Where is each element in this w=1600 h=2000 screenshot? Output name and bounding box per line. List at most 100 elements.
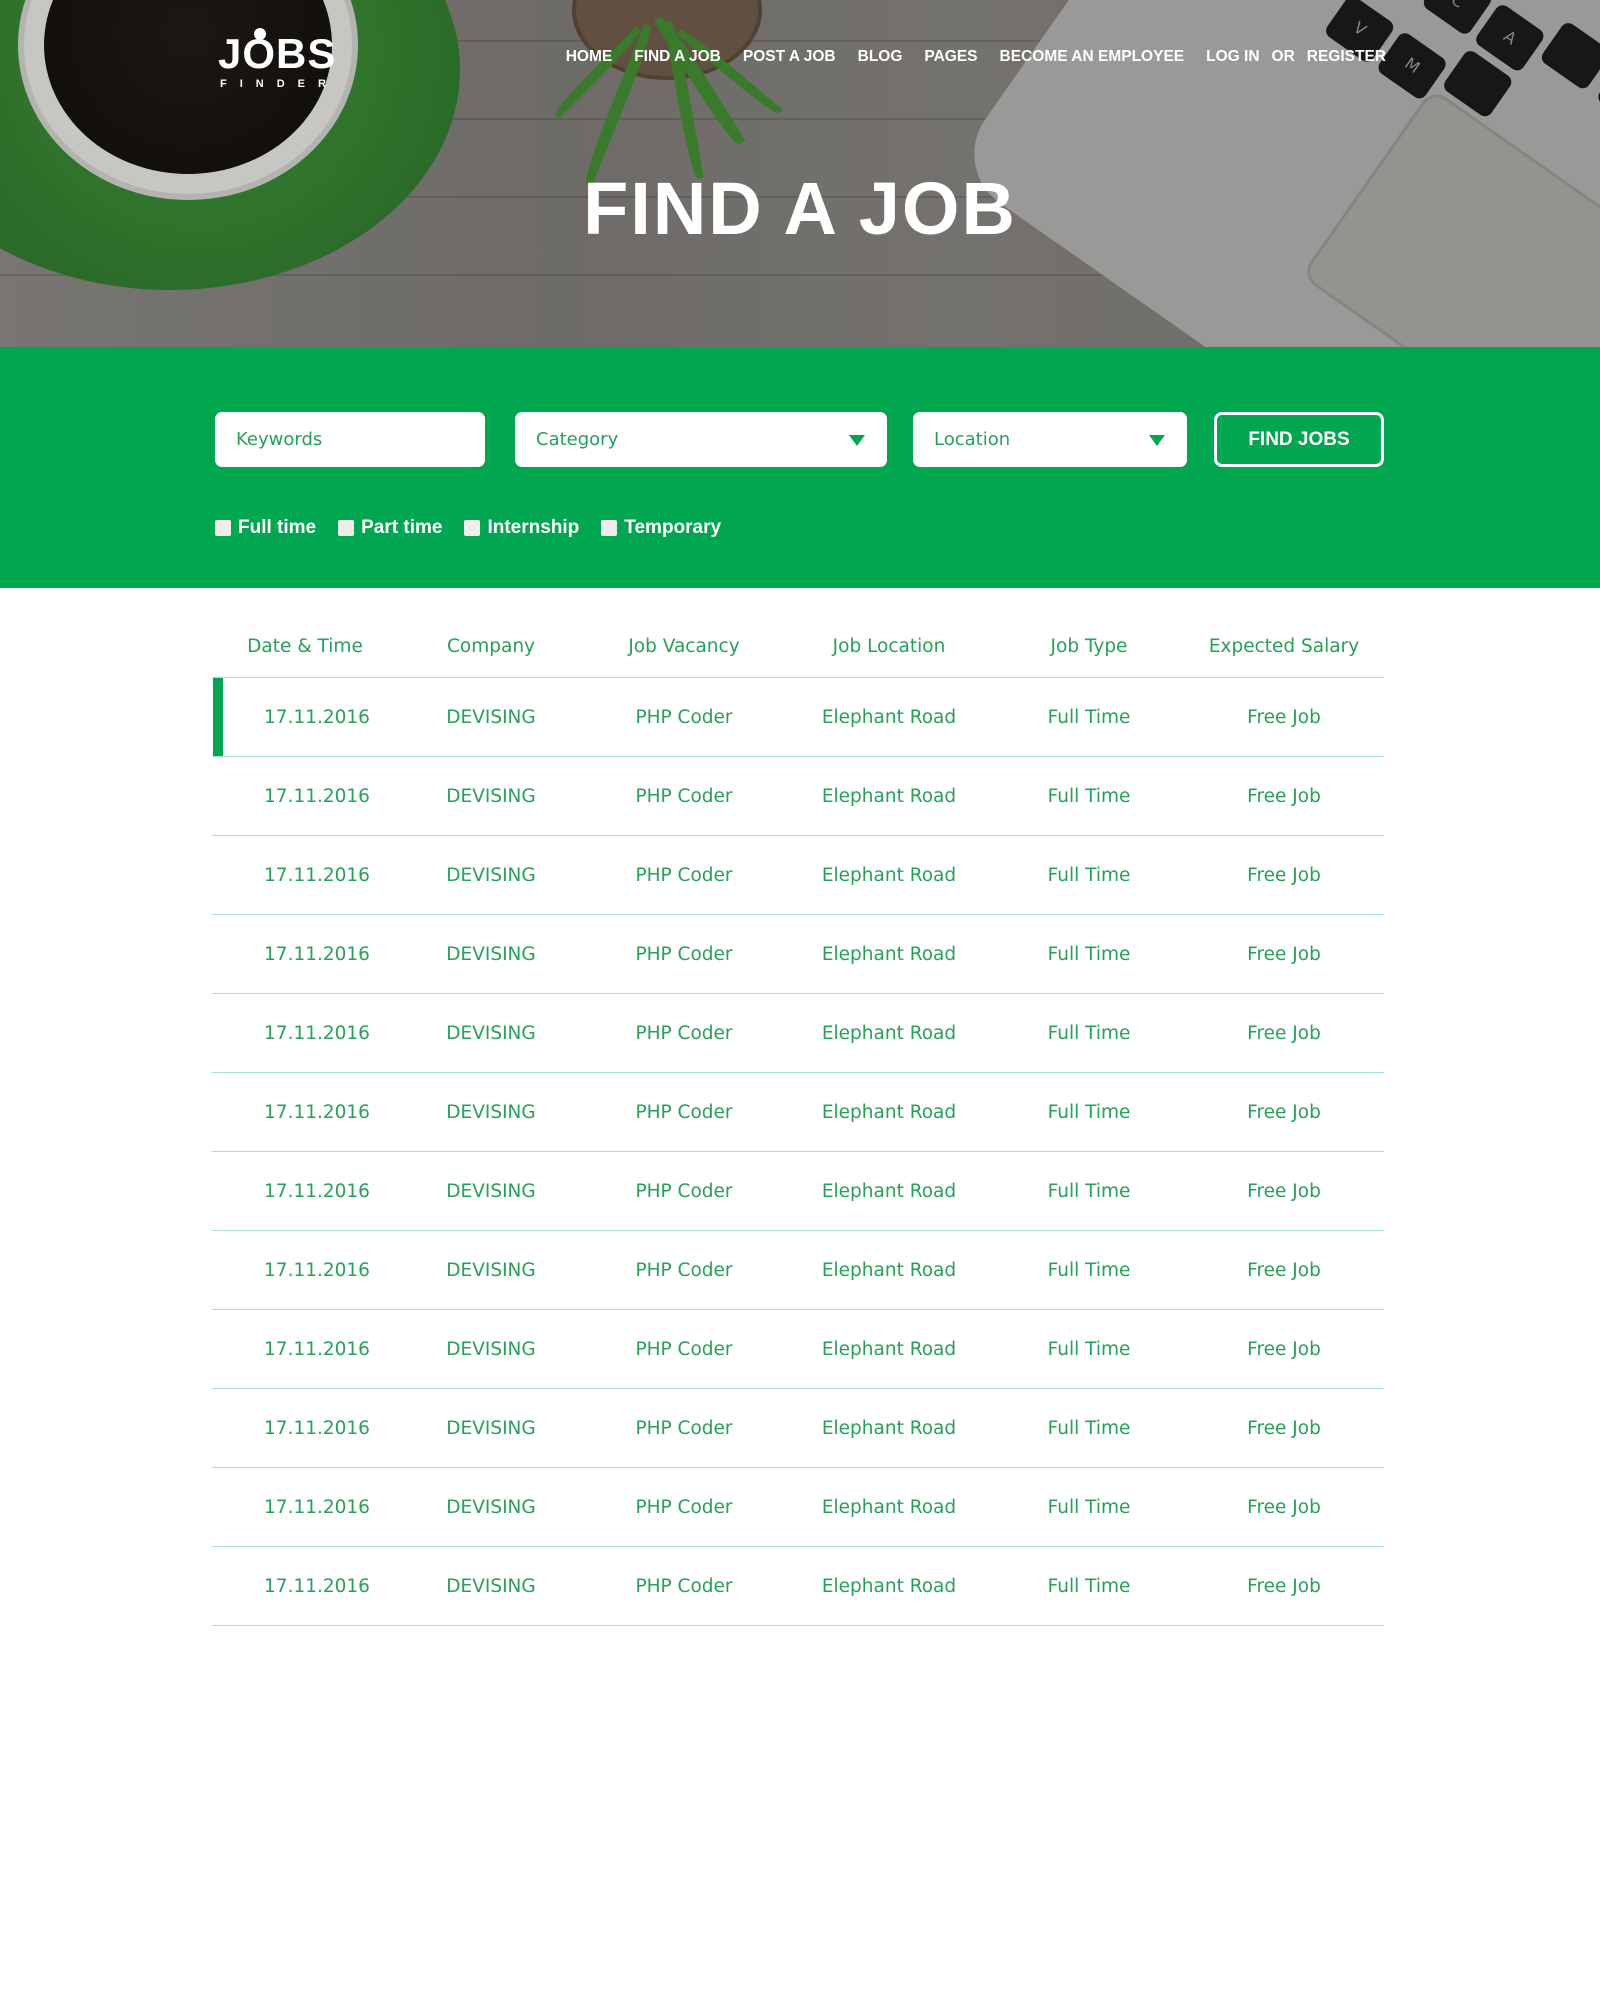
- cell-type: Full Time: [1047, 706, 1131, 728]
- nav-find-a-job[interactable]: FIND A JOB: [634, 48, 721, 66]
- cell-company: DEVISING: [446, 864, 536, 886]
- nav-become-an-employee[interactable]: BECOME AN EMPLOYEE: [1000, 48, 1185, 66]
- cell-salary: Free Job: [1247, 1101, 1321, 1123]
- cell-date: 17.11.2016: [264, 1496, 370, 1518]
- cell-type: Full Time: [1047, 1180, 1131, 1202]
- cell-date: 17.11.2016: [264, 1417, 370, 1439]
- cell-date: 17.11.2016: [264, 864, 370, 886]
- find-jobs-button[interactable]: FIND JOBS: [1214, 412, 1384, 467]
- filter-label: Internship: [487, 517, 580, 538]
- header-date-time[interactable]: Date & Time: [212, 620, 398, 677]
- table-row[interactable]: 17.11.2016 DEVISING PHP Coder Elephant Road…: [212, 994, 1384, 1073]
- table-row[interactable]: 17.11.2016 DEVISING PHP Coder Elephant Road…: [212, 1231, 1384, 1310]
- cell-location: Elephant Road: [821, 864, 957, 886]
- filter-label: Temporary: [624, 517, 722, 538]
- cell-salary: Free Job: [1247, 943, 1321, 965]
- cell-company: DEVISING: [446, 1180, 536, 1202]
- table-row[interactable]: 17.11.2016 DEVISING PHP Coder Elephant Road…: [212, 836, 1384, 915]
- nav-post-a-job[interactable]: POST A JOB: [743, 48, 836, 66]
- cell-date: 17.11.2016: [264, 785, 370, 807]
- table-body: 17.11.2016 DEVISING PHP Coder Elephant Road…: [212, 678, 1384, 1626]
- checkbox[interactable]: [338, 520, 355, 536]
- table-row[interactable]: 17.11.2016 DEVISING PHP Coder Elephant Road…: [212, 1073, 1384, 1152]
- cell-location: Elephant Road: [821, 1338, 957, 1360]
- job-search-panel: Category Location FIND JOBS Full time Pa…: [0, 347, 1600, 588]
- cell-location: Elephant Road: [821, 1101, 957, 1123]
- filter-full-time[interactable]: Full time: [215, 517, 316, 539]
- table-row[interactable]: 17.11.2016 DEVISING PHP Coder Elephant Road…: [212, 915, 1384, 994]
- cell-location: Elephant Road: [821, 1575, 957, 1597]
- cell-type: Full Time: [1047, 1338, 1131, 1360]
- hero-banner: CA VM JOBS FINDER HOME FIND A JOB POST A…: [0, 0, 1600, 347]
- table-row[interactable]: 17.11.2016 DEVISING PHP Coder Elephant Road…: [212, 1310, 1384, 1389]
- cell-date: 17.11.2016: [264, 1575, 370, 1597]
- cell-company: DEVISING: [446, 785, 536, 807]
- cell-company: DEVISING: [446, 943, 536, 965]
- cell-location: Elephant Road: [821, 1022, 957, 1044]
- location-select[interactable]: Location: [913, 412, 1187, 467]
- cell-vacancy: PHP Coder: [635, 1101, 733, 1123]
- cell-salary: Free Job: [1247, 785, 1321, 807]
- cell-company: DEVISING: [446, 1022, 536, 1044]
- nav-blog[interactable]: BLOG: [858, 48, 903, 66]
- cell-type: Full Time: [1047, 1417, 1131, 1439]
- cell-salary: Free Job: [1247, 864, 1321, 886]
- category-select[interactable]: Category: [515, 412, 887, 467]
- cell-location: Elephant Road: [821, 706, 957, 728]
- table-row[interactable]: 17.11.2016 DEVISING PHP Coder Elephant Road…: [212, 1152, 1384, 1231]
- cell-salary: Free Job: [1247, 1180, 1321, 1202]
- cell-location: Elephant Road: [821, 943, 957, 965]
- cell-vacancy: PHP Coder: [635, 1575, 733, 1597]
- keywords-input[interactable]: [236, 412, 485, 467]
- job-type-filters: Full time Part time Internship Temporary: [215, 517, 721, 539]
- table-header: Date & Time Company Job Vacancy Job Loca…: [212, 620, 1384, 678]
- job-listings-table: Date & Time Company Job Vacancy Job Loca…: [212, 620, 1384, 1626]
- checkbox[interactable]: [464, 520, 481, 536]
- cell-type: Full Time: [1047, 1101, 1131, 1123]
- filter-internship[interactable]: Internship: [464, 517, 579, 539]
- cell-vacancy: PHP Coder: [635, 1259, 733, 1281]
- cell-location: Elephant Road: [821, 1180, 957, 1202]
- main-navigation: HOME FIND A JOB POST A JOB BLOG PAGES BE…: [566, 48, 1386, 66]
- filter-temporary[interactable]: Temporary: [601, 517, 721, 539]
- cell-vacancy: PHP Coder: [635, 1180, 733, 1202]
- logo-person-icon: [254, 28, 266, 40]
- header-job-location[interactable]: Job Location: [784, 620, 994, 677]
- cell-type: Full Time: [1047, 1022, 1131, 1044]
- cell-type: Full Time: [1047, 785, 1131, 807]
- cell-type: Full Time: [1047, 864, 1131, 886]
- cell-salary: Free Job: [1247, 706, 1321, 728]
- table-row[interactable]: 17.11.2016 DEVISING PHP Coder Elephant Road…: [212, 678, 1384, 757]
- cell-location: Elephant Road: [821, 1259, 957, 1281]
- category-select-label: Category: [536, 429, 619, 450]
- table-row[interactable]: 17.11.2016 DEVISING PHP Coder Elephant Road…: [212, 1547, 1384, 1626]
- cell-date: 17.11.2016: [264, 1101, 370, 1123]
- keywords-field[interactable]: [215, 412, 485, 467]
- nav-login[interactable]: LOG IN: [1206, 48, 1259, 66]
- header-expected-salary[interactable]: Expected Salary: [1184, 620, 1384, 677]
- header-company[interactable]: Company: [398, 620, 584, 677]
- checkbox[interactable]: [601, 520, 618, 536]
- filter-part-time[interactable]: Part time: [338, 517, 442, 539]
- table-row[interactable]: 17.11.2016 DEVISING PHP Coder Elephant Road…: [212, 1389, 1384, 1468]
- cell-vacancy: PHP Coder: [635, 785, 733, 807]
- filter-label: Full time: [238, 517, 317, 538]
- cell-company: DEVISING: [446, 1259, 536, 1281]
- location-select-label: Location: [934, 429, 1011, 450]
- header-job-vacancy[interactable]: Job Vacancy: [584, 620, 784, 677]
- cell-vacancy: PHP Coder: [635, 706, 733, 728]
- cell-date: 17.11.2016: [264, 1022, 370, 1044]
- nav-home[interactable]: HOME: [566, 48, 613, 66]
- filter-label: Part time: [361, 517, 443, 538]
- header-job-type[interactable]: Job Type: [994, 620, 1184, 677]
- cell-location: Elephant Road: [821, 1496, 957, 1518]
- table-row[interactable]: 17.11.2016 DEVISING PHP Coder Elephant Road…: [212, 757, 1384, 836]
- site-logo[interactable]: JOBS FINDER: [218, 28, 348, 92]
- nav-pages[interactable]: PAGES: [924, 48, 977, 66]
- table-row[interactable]: 17.11.2016 DEVISING PHP Coder Elephant Road…: [212, 1468, 1384, 1547]
- checkbox[interactable]: [215, 520, 231, 536]
- cell-type: Full Time: [1047, 1496, 1131, 1518]
- nav-register[interactable]: REGISTER: [1307, 48, 1386, 66]
- cell-company: DEVISING: [446, 1338, 536, 1360]
- cell-vacancy: PHP Coder: [635, 1338, 733, 1360]
